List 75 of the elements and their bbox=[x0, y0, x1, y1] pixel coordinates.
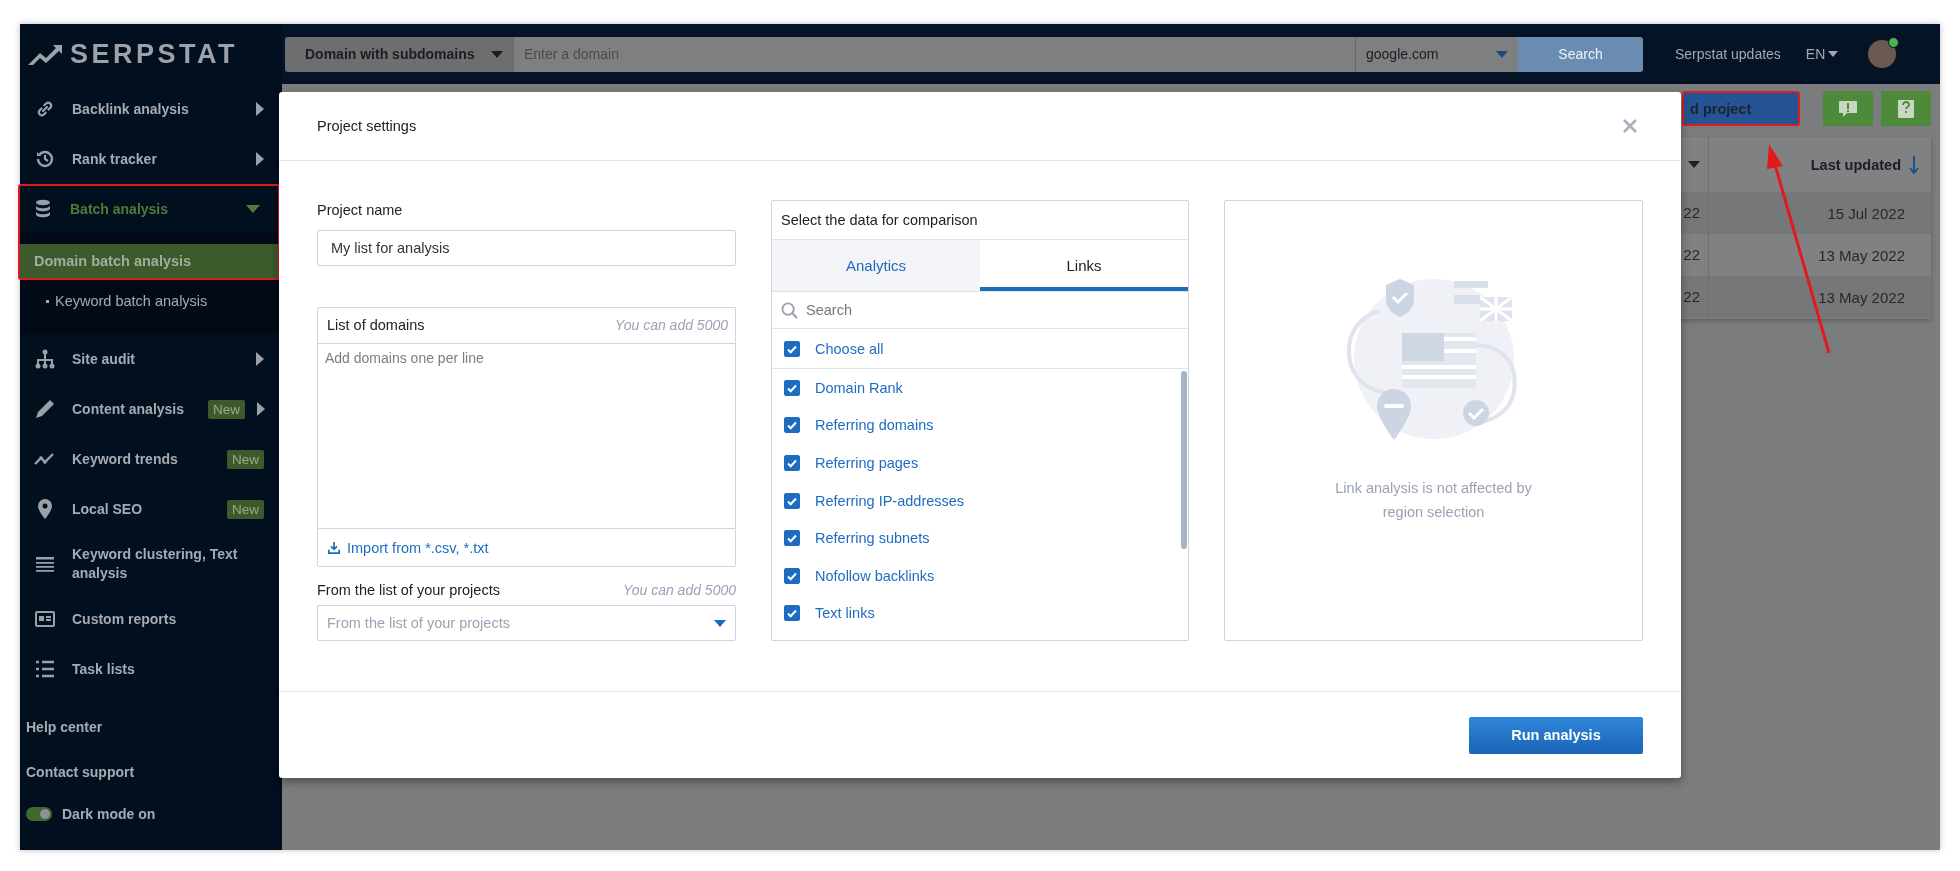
tab[interactable]: Analytics bbox=[772, 240, 980, 291]
import-link[interactable]: Import from *.csv, *.txt bbox=[317, 528, 736, 568]
updates-link[interactable]: Serpstat updates bbox=[1675, 46, 1781, 62]
pencil-icon bbox=[33, 397, 57, 421]
table-cell-text: 15 Jul 2022 bbox=[1826, 204, 1906, 222]
sidebar-item[interactable]: Keyword trends New bbox=[20, 434, 282, 484]
search-type-dropdown[interactable]: Domain with subdomains bbox=[285, 36, 513, 72]
sidebar-item[interactable]: Site audit bbox=[20, 334, 282, 384]
status-dot bbox=[1888, 37, 1900, 48]
search-button[interactable]: Search bbox=[1518, 36, 1643, 72]
avatar-icon[interactable] bbox=[1868, 40, 1897, 68]
project-name-field[interactable]: My list for analysis bbox=[317, 230, 736, 266]
checkbox[interactable] bbox=[784, 605, 800, 622]
download-icon bbox=[328, 541, 340, 554]
checkbox[interactable] bbox=[784, 379, 800, 396]
option-label[interactable]: Nofollow backlinks bbox=[815, 567, 935, 584]
run-analysis-button[interactable]: Run analysis bbox=[1469, 716, 1643, 754]
option-label[interactable]: Domain Rank bbox=[815, 379, 903, 396]
arrow-down-icon bbox=[1909, 155, 1919, 174]
feedback-button[interactable] bbox=[1823, 91, 1873, 126]
toggle-switch[interactable] bbox=[26, 807, 52, 821]
sitemap-icon bbox=[33, 347, 57, 371]
region-dropdown[interactable]: google.com bbox=[1355, 36, 1518, 72]
help-book-icon bbox=[1898, 99, 1914, 118]
sidebar-item[interactable]: Keyword clustering, Text analysis bbox=[20, 534, 282, 594]
new-badge: New bbox=[227, 449, 264, 469]
bullet-icon bbox=[46, 299, 49, 303]
sidebar-item[interactable]: Custom reports bbox=[20, 594, 282, 644]
sidebar-item[interactable]: Rank tracker bbox=[20, 134, 282, 184]
logo-icon bbox=[28, 43, 62, 65]
table-cell-text: 13 May 2022 bbox=[1817, 288, 1906, 306]
logo-text: SERPSTAT bbox=[70, 38, 238, 70]
sidebar-item[interactable]: Backlink analysis bbox=[20, 84, 282, 134]
caret-down-icon bbox=[1688, 161, 1700, 168]
new-badge: New bbox=[208, 399, 246, 419]
caret-down-icon bbox=[1828, 51, 1839, 57]
toggle-label: Dark mode on bbox=[62, 806, 156, 822]
checkbox[interactable] bbox=[784, 530, 800, 547]
checkbox[interactable] bbox=[784, 340, 800, 357]
checkbox[interactable] bbox=[784, 455, 800, 471]
option-label[interactable]: Text links bbox=[815, 605, 875, 622]
option-label[interactable]: Referring subnets bbox=[815, 530, 930, 547]
footer-link[interactable]: Contact support bbox=[20, 749, 282, 794]
scrollbar-thumb[interactable] bbox=[1181, 371, 1187, 549]
checkbox[interactable] bbox=[784, 567, 800, 584]
search-icon bbox=[781, 301, 798, 319]
dialog-title: Project settings bbox=[317, 118, 417, 134]
help-button[interactable] bbox=[1881, 91, 1931, 126]
option-label[interactable]: Referring pages bbox=[815, 455, 919, 471]
option-label[interactable]: Referring domains bbox=[815, 417, 934, 434]
new-badge: New bbox=[227, 499, 264, 519]
field-label: From the list of your projects bbox=[317, 582, 500, 599]
submenu-item[interactable]: Domain batch analysis bbox=[20, 244, 278, 278]
caret-down-icon bbox=[1496, 50, 1508, 58]
caret-down-icon bbox=[491, 50, 503, 58]
checkbox[interactable] bbox=[784, 492, 800, 509]
limit-hint: You can add 5000 bbox=[623, 582, 736, 599]
sidebar-item[interactable]: Batch analysis bbox=[20, 186, 278, 232]
caret-down-icon bbox=[714, 619, 726, 627]
field-label: List of domains bbox=[327, 317, 425, 334]
footer-link[interactable]: Help center bbox=[20, 704, 282, 749]
field-label: Project name bbox=[317, 201, 404, 220]
language-dropdown[interactable]: EN bbox=[1805, 46, 1839, 62]
limit-hint: You can add 5000 bbox=[615, 317, 728, 334]
sidebar-item[interactable]: Local SEO New bbox=[20, 484, 282, 534]
table-cell-text: 13 May 2022 bbox=[1817, 246, 1906, 264]
option-label[interactable]: Referring IP-addresses bbox=[815, 492, 965, 509]
option-label[interactable]: Choose all bbox=[815, 340, 884, 357]
speech-bubble-icon bbox=[1839, 100, 1857, 117]
sidebar-item[interactable]: Content analysis New bbox=[20, 384, 282, 434]
checkbox[interactable] bbox=[784, 417, 800, 434]
column-header[interactable]: Last updated bbox=[1709, 137, 1931, 192]
domains-field[interactable]: Add domains one per line bbox=[317, 342, 736, 529]
info-text: Link analysis is not affected by region selection bbox=[1334, 479, 1533, 522]
sidebar-item[interactable]: Task lists bbox=[20, 644, 282, 694]
